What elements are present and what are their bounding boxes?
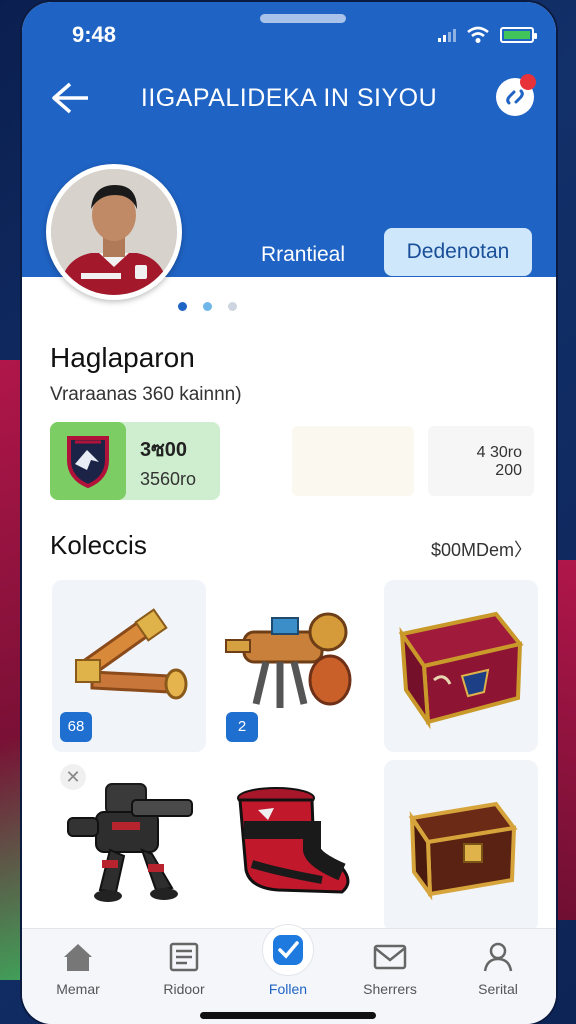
tab-profile[interactable]: Serital [454, 937, 542, 997]
user-icon [483, 942, 513, 972]
tab-label: Memar [56, 981, 100, 997]
tab-follow[interactable]: Follen [244, 923, 332, 997]
notch-bar [260, 14, 346, 23]
treasure-chest-red-image [398, 611, 524, 730]
see-all-link[interactable]: $00MDem〉 [431, 536, 532, 562]
document-icon [169, 942, 199, 972]
favorite-button[interactable] [496, 74, 536, 116]
collection-item-turret[interactable]: 2 [218, 580, 372, 752]
stat-placeholder [292, 426, 414, 496]
carousel-dot[interactable] [178, 302, 187, 311]
stat-summary-value: 4 30ro [476, 444, 522, 461]
stat-summary: 4 30ro 200 [428, 426, 534, 496]
collection-item-robot[interactable]: ✕ [52, 760, 206, 932]
robot-image [67, 783, 193, 902]
stat-value-secondary: 3560ro [140, 468, 197, 489]
shield-crest-icon [67, 436, 109, 488]
stat-summary-value: 200 [495, 462, 522, 479]
link-icon [506, 89, 524, 105]
tab-label: Ridoor [163, 981, 205, 997]
wifi-icon [467, 26, 489, 43]
profile-name: Haglaparon [50, 342, 195, 373]
home-indicator[interactable] [200, 1012, 376, 1019]
collection-item-treasure-chest-gold[interactable] [384, 760, 538, 932]
status-icons [438, 26, 537, 44]
collection-item-boot[interactable] [218, 760, 372, 932]
avatar[interactable] [46, 164, 182, 300]
tab-documents[interactable]: Ridoor [140, 937, 228, 997]
bottom-tab-bar: Memar Ridoor Follen Sherrers Serital [22, 924, 556, 1024]
profile-subtitle: Vraraanas 360 kainnn) [50, 384, 242, 405]
battery-icon [500, 27, 537, 43]
page-title: IIGAPALIDEKA IN SIYOU [140, 84, 438, 112]
stat-value: 3ซ00 [140, 438, 187, 461]
team-stat-card[interactable]: 3ซ00 3560ro [50, 422, 220, 500]
tab-label: Sherrers [363, 981, 417, 997]
mail-icon [373, 944, 407, 970]
home-icon [64, 944, 92, 971]
status-time: 9:48 [72, 22, 117, 47]
primary-action-button[interactable]: Rrantieal [238, 234, 368, 276]
treasure-chest-gold-image [408, 801, 518, 901]
tab-messages[interactable]: Sherrers [346, 937, 434, 997]
collection-item-treasure-chest-red[interactable] [384, 580, 538, 752]
phone-screen: 9:48 IIGAPALIDEKA IN SIYOU Rrantieal Ded… [22, 2, 556, 1024]
shield-check-icon [273, 935, 303, 965]
tab-home[interactable]: Memar [34, 937, 122, 997]
item-count-badge: 2 [226, 712, 258, 742]
notification-dot [520, 74, 536, 90]
tab-label: Serital [478, 981, 518, 997]
item-count-badge: 68 [60, 712, 92, 742]
boot-image [237, 787, 350, 894]
section-title: Koleccis [50, 530, 147, 560]
tab-label: Follen [268, 981, 308, 997]
carousel-dot[interactable] [203, 302, 212, 311]
secondary-action-button[interactable]: Dedenotan [384, 228, 532, 276]
signal-icon [438, 28, 456, 42]
team-badge [50, 422, 126, 500]
avatar-photo [51, 169, 177, 295]
carousel-dot[interactable] [228, 302, 237, 311]
collection-item-cannon-pipe[interactable]: 68 [52, 580, 206, 752]
carousel-dots [178, 302, 237, 311]
